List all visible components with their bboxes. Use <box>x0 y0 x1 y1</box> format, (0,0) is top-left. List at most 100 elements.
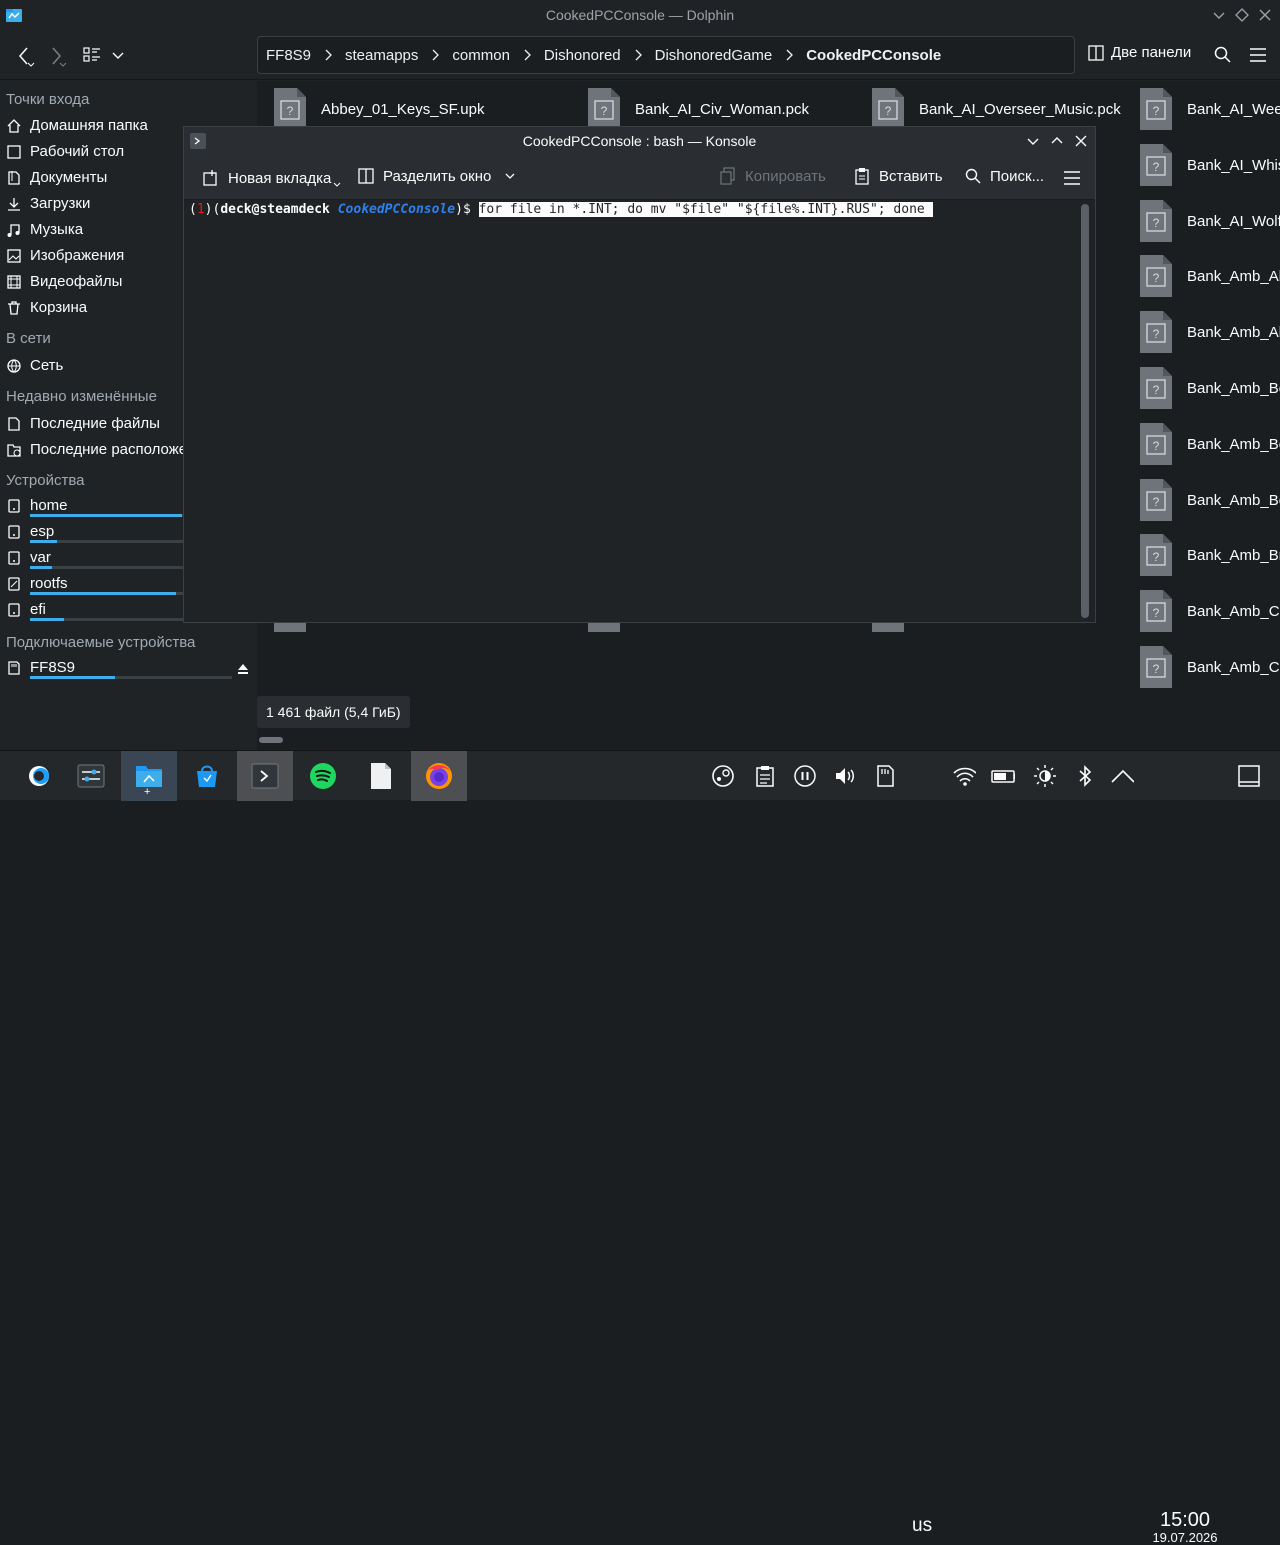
file-item[interactable]: ? Bank_AI_Wolf <box>1139 199 1280 243</box>
paste-button[interactable]: Вставить <box>853 167 943 185</box>
sd-card-tray-icon[interactable] <box>873 764 897 788</box>
battery-icon[interactable] <box>991 764 1015 788</box>
selected-command[interactable]: for file in *.INT; do mv "$file" "${file… <box>478 202 933 217</box>
file-item[interactable]: ? Bank_Amb_Bo <box>1139 478 1280 522</box>
chevron-up-icon[interactable] <box>1110 764 1134 788</box>
bluetooth-icon[interactable] <box>1073 764 1097 788</box>
back-icon[interactable] <box>14 45 36 67</box>
close-icon[interactable] <box>1072 132 1090 150</box>
dolphin-titlebar[interactable]: CookedPCConsole — Dolphin <box>0 0 1280 30</box>
breadcrumb-item[interactable]: FF8S9 <box>266 47 311 64</box>
task-dolphin[interactable]: + <box>121 751 177 801</box>
clipboard-icon[interactable] <box>753 764 777 788</box>
file-item[interactable]: ? Bank_Amb_Al <box>1139 310 1280 354</box>
sidebar-item-pictures[interactable]: Изображения <box>6 247 124 264</box>
show-desktop-icon[interactable] <box>1237 764 1261 788</box>
sidebar-item-device-rootfs[interactable]: rootfs <box>6 575 68 592</box>
sidebar-item-desktop[interactable]: Рабочий стол <box>6 143 124 160</box>
sidebar-item-trash[interactable]: Корзина <box>6 299 87 316</box>
new-tab-button[interactable]: Новая вкладка <box>202 167 341 189</box>
wifi-icon[interactable] <box>952 764 976 788</box>
minimize-icon[interactable] <box>1024 132 1042 150</box>
close-icon[interactable] <box>1255 5 1275 25</box>
sidebar-item-music[interactable]: Музыка <box>6 221 83 238</box>
terminal-prompt-line[interactable]: (1)(deck@steamdeck CookedPCConsole)$ for… <box>189 202 933 217</box>
task-firefox[interactable] <box>411 751 467 801</box>
terminal-area[interactable]: (1)(deck@steamdeck CookedPCConsole)$ for… <box>184 200 1095 622</box>
sidebar-item-device-home[interactable]: home <box>6 497 68 514</box>
sidebar-item-videos[interactable]: Видеофайлы <box>6 273 122 290</box>
task-spotify[interactable] <box>295 751 351 801</box>
minimize-icon[interactable] <box>1209 5 1229 25</box>
volume-icon[interactable] <box>833 764 857 788</box>
horizontal-scrollbar[interactable] <box>257 733 1280 747</box>
maximize-icon[interactable] <box>1048 132 1066 150</box>
sidebar-item-downloads[interactable]: Загрузки <box>6 195 90 212</box>
file-name: Bank_Amb_Bo <box>1187 435 1280 453</box>
status-bar: 1 461 файл (5,4 ГиБ) <box>257 696 410 728</box>
search-icon[interactable] <box>1213 45 1233 65</box>
task-steam-launcher[interactable] <box>11 751 67 801</box>
file-name: Bank_AI_Overseer_Music.pck <box>919 100 1121 118</box>
breadcrumb-item[interactable]: steamapps <box>345 47 418 64</box>
find-button[interactable]: Поиск... <box>964 167 1044 185</box>
forward-icon[interactable] <box>46 45 68 67</box>
places-header: Точки входа <box>6 91 90 108</box>
file-item[interactable]: ? Bank_Amb_Be <box>1139 366 1280 410</box>
float-icon[interactable] <box>1232 5 1252 25</box>
file-item[interactable]: ? Bank_AI_Civ_Woman.pck <box>587 87 809 131</box>
terminal-scrollbar[interactable] <box>1081 204 1089 618</box>
split-view-button[interactable]: Разделить окно <box>357 167 517 185</box>
file-item[interactable]: ? Bank_Amb_Ch <box>1139 589 1280 633</box>
task-discover[interactable] <box>179 751 235 801</box>
scrollbar-thumb[interactable] <box>259 737 283 743</box>
sidebar-item-recent-locations[interactable]: Последние расположения <box>6 441 212 458</box>
task-text-editor[interactable] <box>353 751 409 801</box>
breadcrumb-item[interactable]: Dishonored <box>544 47 621 64</box>
file-item[interactable]: ? Bank_Amb_Cr <box>1139 645 1280 689</box>
hamburger-menu-icon[interactable] <box>1248 45 1268 65</box>
file-item[interactable]: ? Bank_Amb_Bo <box>1139 422 1280 466</box>
recent-header: Недавно изменённые <box>6 388 157 405</box>
breadcrumb-current[interactable]: CookedPCConsole <box>806 47 941 64</box>
clock-time[interactable]: 15:00 <box>1148 1509 1222 1532</box>
file-item[interactable]: ? Bank_AI_Overseer_Music.pck <box>871 87 1121 131</box>
sidebar-item-sd-card[interactable]: FF8S9 <box>6 659 75 676</box>
steam-tray-icon[interactable] <box>711 764 735 788</box>
clock-date[interactable]: 19.07.2026 <box>1148 1530 1222 1545</box>
file-item[interactable]: ? Bank_Amb_Br <box>1139 533 1280 577</box>
sidebar-item-documents[interactable]: Документы <box>6 169 107 186</box>
split-view-button[interactable]: Две панели <box>1088 44 1191 61</box>
sidebar-item-home[interactable]: Домашняя папка <box>6 117 148 134</box>
sidebar-item-network[interactable]: Сеть <box>6 357 63 374</box>
file-item[interactable]: ? Bank_AI_Whis <box>1139 143 1280 187</box>
chevron-right-icon <box>635 49 642 61</box>
hamburger-menu-icon[interactable] <box>1063 169 1081 187</box>
keyboard-layout-indicator[interactable]: us <box>912 1515 932 1537</box>
sidebar-item-label: Видеофайлы <box>30 273 123 290</box>
file-item[interactable]: ? Abbey_01_Keys_SF.upk <box>273 87 484 131</box>
scrollbar-thumb[interactable] <box>1081 204 1089 618</box>
chevron-down-icon[interactable] <box>110 48 126 64</box>
task-konsole[interactable] <box>237 751 293 801</box>
breadcrumb-item[interactable]: DishonoredGame <box>655 47 773 64</box>
copy-button[interactable]: Копировать <box>719 167 826 185</box>
breadcrumb-item[interactable]: common <box>452 47 510 64</box>
sidebar-item-device-var[interactable]: var <box>6 549 51 566</box>
eject-icon[interactable] <box>236 662 250 676</box>
breadcrumb[interactable]: FF8S9 steamapps common Dishonored Dishon… <box>257 36 1075 74</box>
unknown-file-icon: ? <box>1140 311 1172 353</box>
media-pause-icon[interactable] <box>793 764 817 788</box>
sidebar-item-device-esp[interactable]: esp <box>6 523 54 540</box>
sidebar-item-recent-files[interactable]: Последние файлы <box>6 415 160 432</box>
file-item[interactable]: ? Bank_AI_Wee <box>1139 87 1280 131</box>
view-mode-icon[interactable] <box>82 46 102 66</box>
task-system-settings[interactable] <box>63 751 119 801</box>
svg-text:?: ? <box>1153 439 1160 453</box>
konsole-titlebar[interactable]: CookedPCConsole : bash — Konsole <box>184 127 1095 155</box>
file-item[interactable]: ? Bank_Amb_Al <box>1139 254 1280 298</box>
brightness-icon[interactable] <box>1033 764 1057 788</box>
capacity-fill <box>30 566 53 569</box>
sidebar-item-device-efi[interactable]: efi <box>6 601 46 618</box>
sidebar-item-label: efi <box>30 601 46 618</box>
